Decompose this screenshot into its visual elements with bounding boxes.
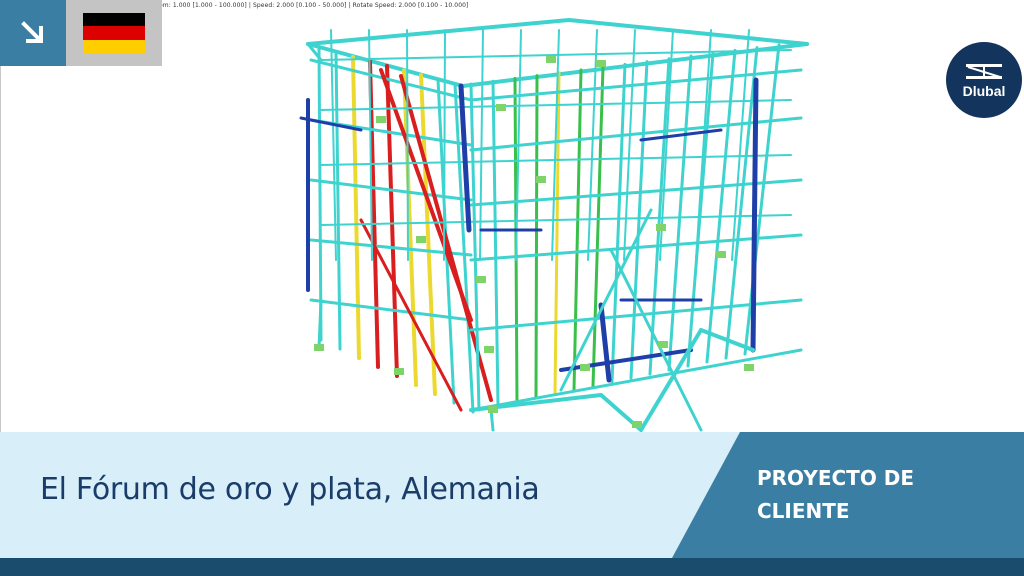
flag-stripe-red — [83, 26, 145, 40]
bridge-icon — [966, 64, 1002, 79]
frame-member — [750, 77, 759, 353]
support-node — [632, 421, 642, 428]
frame-member — [309, 298, 473, 322]
support-node — [658, 341, 668, 348]
support-node — [656, 224, 666, 231]
support-node — [416, 236, 426, 243]
frame-member — [443, 29, 446, 261]
flag-stripe-black — [83, 12, 145, 27]
frame-member — [306, 18, 571, 46]
support-node — [496, 104, 506, 111]
frame-member — [567, 18, 809, 46]
frame-member — [743, 43, 781, 356]
corner-badge[interactable] — [0, 0, 66, 66]
support-node — [394, 368, 404, 375]
support-node — [484, 346, 494, 353]
support-node — [476, 276, 486, 283]
support-node — [580, 364, 590, 371]
support-node — [314, 344, 324, 351]
frame-member — [695, 29, 712, 261]
logo-text: Dlubal — [962, 83, 1006, 99]
arrow-down-right-icon — [21, 21, 43, 43]
support-node — [596, 60, 606, 67]
frame-member — [469, 82, 481, 412]
country-flag-box — [66, 0, 162, 66]
frame-member — [406, 29, 409, 261]
footer-strip — [0, 558, 1024, 576]
frame-member — [479, 29, 484, 261]
support-node — [536, 176, 546, 183]
support-node — [546, 56, 556, 63]
frame-member — [587, 29, 598, 261]
category-line-2: CLIENTE — [757, 499, 850, 523]
frame-member — [469, 116, 803, 152]
frame-members — [299, 18, 809, 432]
frame-member — [351, 55, 361, 360]
flag-stripe-gold — [83, 39, 145, 54]
frame-member — [648, 57, 671, 376]
frame-member — [469, 178, 803, 207]
frame-member — [572, 68, 583, 392]
frame-member — [317, 46, 323, 342]
support-node — [744, 364, 754, 371]
category-line-1: PROYECTO DE — [757, 466, 915, 490]
germany-flag-icon — [83, 12, 145, 54]
frame-member — [534, 74, 539, 400]
frame-member — [610, 62, 627, 384]
category-label: PROYECTO DE CLIENTE — [757, 462, 957, 528]
frame-member — [686, 51, 715, 368]
frame-member — [317, 298, 323, 350]
support-node — [376, 116, 386, 123]
support-node — [716, 251, 726, 258]
project-title: El Fórum de oro y plata, Alemania — [40, 472, 540, 507]
support-node — [488, 406, 498, 413]
dlubal-logo[interactable]: Dlubal — [946, 42, 1022, 118]
frame-member — [491, 79, 500, 408]
